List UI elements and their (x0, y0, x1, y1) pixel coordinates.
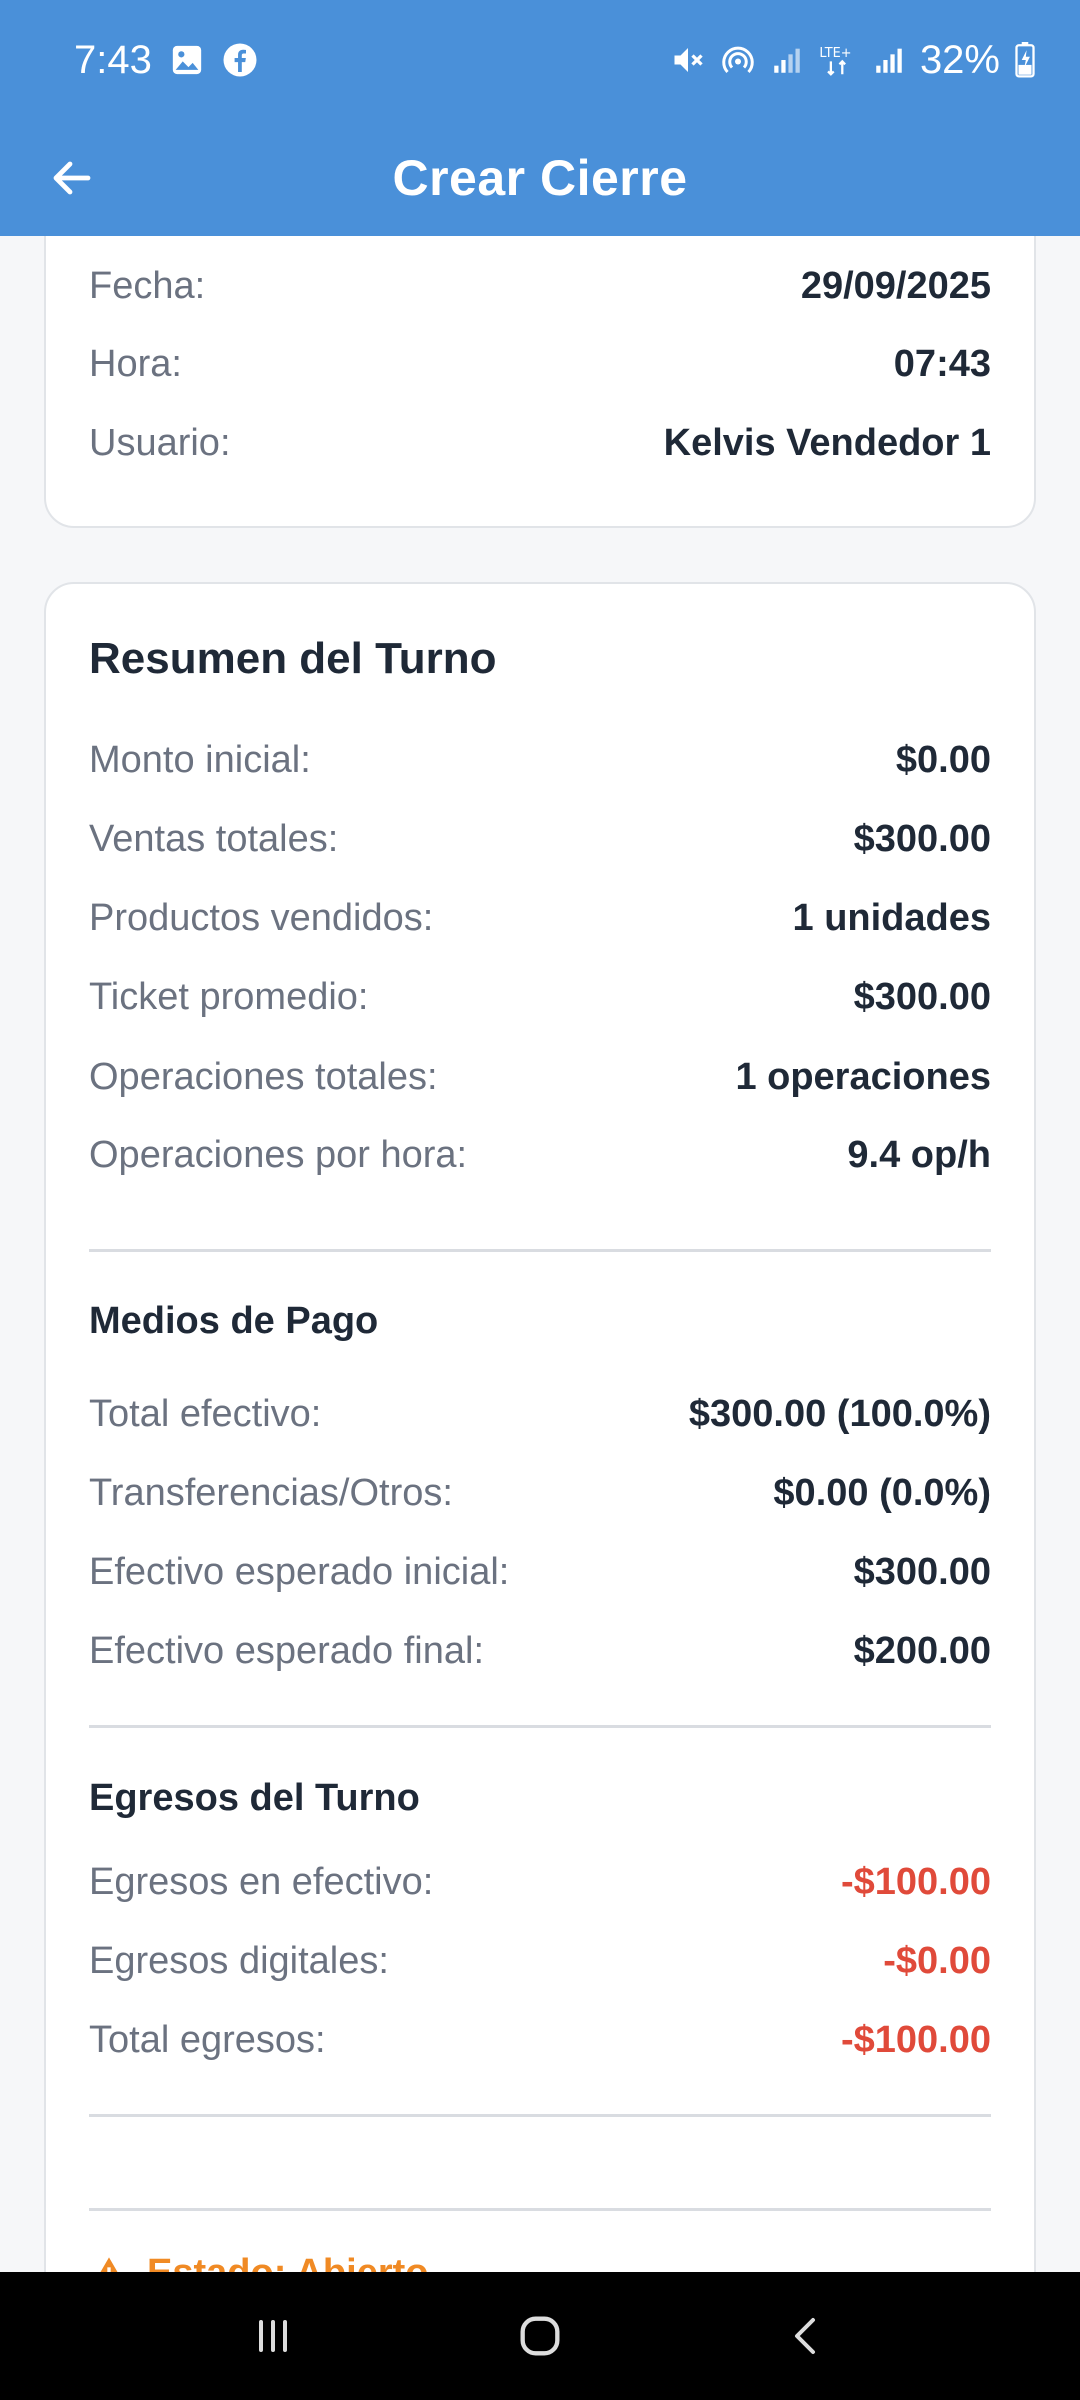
summary-row: Operaciones totales: 1 operaciones (89, 1047, 991, 1107)
expense-row: Egresos digitales: -$0.00 (89, 1931, 991, 1991)
payment-value: $300.00 (100.0%) (688, 1392, 991, 1435)
expense-label: Total egresos: (89, 2018, 326, 2061)
gallery-icon (170, 43, 204, 77)
expense-row: Total egresos: -$100.00 (89, 2010, 991, 2070)
summary-row: Monto inicial: $0.00 (89, 730, 991, 790)
info-value: 29/09/2025 (800, 264, 991, 307)
expense-value: -$100.00 (840, 1860, 991, 1903)
summary-label: Ticket promedio: (89, 975, 369, 1018)
payment-row: Total efectivo: $300.00 (100.0%) (89, 1384, 991, 1444)
info-label: Fecha: (89, 264, 206, 307)
expense-value: -$100.00 (840, 2018, 991, 2061)
summary-value: 1 unidades (792, 896, 992, 939)
expense-row: Egresos en efectivo: -$100.00 (89, 1852, 991, 1912)
battery-percent: 32% (919, 37, 1000, 82)
back-button[interactable] (42, 148, 102, 208)
summary-title: Resumen del Turno (89, 634, 497, 683)
app-bar: Crear Cierre (0, 120, 1080, 236)
info-row-usuario: Usuario: Kelvis Vendedor 1 (89, 413, 991, 473)
arrow-left-icon (53, 161, 91, 195)
expenses-title: Egresos del Turno (89, 1777, 420, 1819)
summary-card: Resumen del Turno Monto inicial: $0.00 V… (44, 582, 1036, 2272)
navigation-bar (0, 2272, 1080, 2400)
status-right: LTE+ 32% (670, 38, 1036, 83)
payment-value: $300.00 (853, 1550, 991, 1593)
summary-label: Monto inicial: (89, 738, 311, 781)
payment-row: Transferencias/Otros: $0.00 (0.0%) (89, 1463, 991, 1523)
facebook-icon (222, 42, 258, 78)
svg-text:LTE+: LTE+ (819, 46, 851, 61)
estado-label: Estado: Abierto (147, 2252, 429, 2272)
summary-label: Ventas totales: (89, 817, 339, 860)
payment-value: $200.00 (853, 1629, 991, 1672)
expense-value: -$0.00 (883, 1939, 991, 1982)
payment-label: Total efectivo: (89, 1392, 322, 1435)
estado-row: Estado: Abierto (89, 2252, 429, 2272)
summary-value: $300.00 (853, 817, 991, 860)
summary-value: 9.4 op/h (847, 1133, 991, 1176)
divider (89, 2114, 991, 2117)
lte-icon: LTE+ (818, 42, 858, 78)
status-bar: 7:43 LTE+ 32% (0, 0, 1080, 120)
payment-row: Efectivo esperado inicial: $300.00 (89, 1542, 991, 1602)
info-value: Kelvis Vendedor 1 (663, 421, 991, 464)
summary-label: Productos vendidos: (89, 896, 434, 939)
expense-label: Egresos en efectivo: (89, 1860, 434, 1903)
info-row-hora: Hora: 07:43 (89, 334, 991, 394)
summary-label: Operaciones por hora: (89, 1133, 468, 1176)
summary-row: Ventas totales: $300.00 (89, 809, 991, 869)
divider (89, 1249, 991, 1252)
status-left: 7:43 (74, 38, 258, 83)
status-time: 7:43 (74, 37, 152, 82)
divider (89, 1725, 991, 1728)
info-card: Fecha: 29/09/2025 Hora: 07:43 Usuario: K… (44, 236, 1036, 528)
summary-label: Operaciones totales: (89, 1055, 438, 1098)
summary-value: $0.00 (895, 738, 991, 781)
signal-icon-2 (872, 43, 906, 77)
payment-row: Efectivo esperado final: $200.00 (89, 1621, 991, 1681)
hotspot-icon (720, 42, 756, 78)
payments-title: Medios de Pago (89, 1300, 379, 1342)
recent-apps-icon (259, 2320, 288, 2352)
mute-icon (670, 42, 706, 78)
app-root: 7:43 LTE+ 32% Crear Cierre Fecha: 29/09/… (0, 0, 1080, 2400)
info-label: Usuario: (89, 421, 231, 464)
content-scroll[interactable]: Fecha: 29/09/2025 Hora: 07:43 Usuario: K… (0, 236, 1080, 2272)
battery-icon (1014, 42, 1036, 78)
summary-row: Operaciones por hora: 9.4 op/h (89, 1125, 991, 1185)
info-value: 07:43 (893, 342, 991, 385)
summary-row: Ticket promedio: $300.00 (89, 967, 991, 1027)
summary-value: 1 operaciones (735, 1055, 991, 1098)
home-icon (520, 2316, 560, 2356)
divider (89, 2208, 991, 2211)
expense-label: Egresos digitales: (89, 1939, 389, 1982)
recent-apps-button[interactable] (213, 2286, 333, 2386)
chevron-left-icon (794, 2318, 815, 2354)
info-label: Hora: (89, 342, 182, 385)
page-title: Crear Cierre (392, 150, 688, 206)
warning-icon (100, 2256, 118, 2272)
summary-row: Productos vendidos: 1 unidades (89, 888, 991, 948)
payment-label: Efectivo esperado inicial: (89, 1550, 510, 1593)
home-button[interactable] (480, 2286, 600, 2386)
summary-value: $300.00 (853, 975, 991, 1018)
back-nav-button[interactable] (747, 2286, 867, 2386)
info-row-fecha: Fecha: 29/09/2025 (89, 256, 991, 316)
payment-label: Efectivo esperado final: (89, 1629, 485, 1672)
signal-icon (770, 43, 804, 77)
payment-label: Transferencias/Otros: (89, 1471, 453, 1514)
header: 7:43 LTE+ 32% Crear Cierre (0, 0, 1080, 236)
payment-value: $0.00 (0.0%) (773, 1471, 991, 1514)
